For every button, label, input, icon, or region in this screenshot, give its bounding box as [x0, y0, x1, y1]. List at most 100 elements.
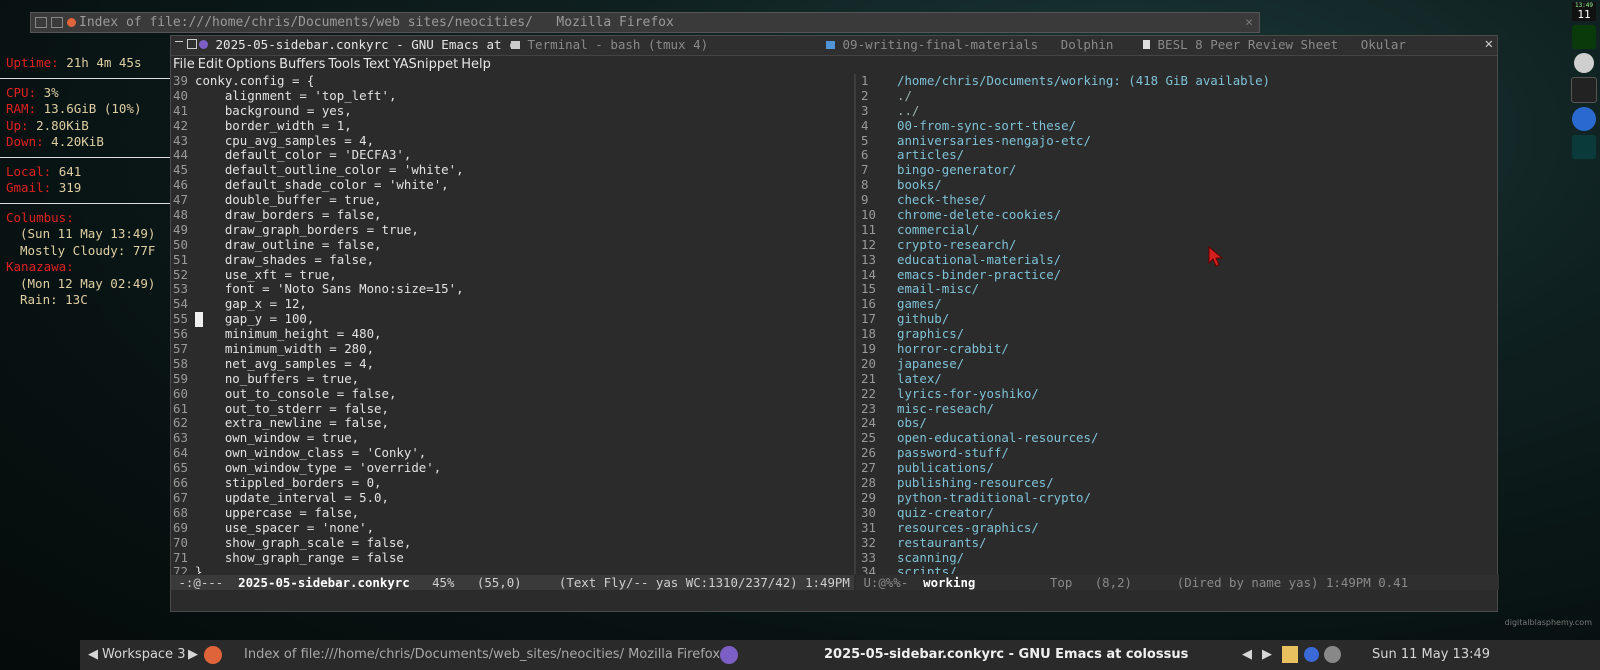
dired-entry[interactable]: 21 latex/ [859, 371, 1499, 387]
code-line[interactable]: 64 own_window_class = 'Conky', [171, 445, 851, 461]
dired-entry[interactable]: 19 horror-crabbit/ [859, 341, 1499, 357]
dired-entry[interactable]: 20 japanese/ [859, 356, 1499, 372]
dired-entry[interactable]: 15 email-misc/ [859, 282, 1499, 297]
menu-options[interactable]: Options [226, 56, 279, 74]
dired-entry[interactable]: 33 scanning/ [859, 550, 1499, 566]
dired-entry[interactable]: 23 misc-reseach/ [859, 401, 1499, 417]
echo-area[interactable] [171, 592, 1497, 611]
dired-entry[interactable]: 7 bingo-generator/ [859, 162, 1499, 178]
code-line[interactable]: 70 show_graph_scale = false, [171, 535, 851, 551]
tab-okular[interactable]: BESL 8 Peer Review Sheet Okular [1143, 37, 1406, 52]
minimize-icon[interactable] [175, 40, 183, 42]
network-monitor-icon[interactable] [1572, 135, 1596, 159]
code-line[interactable]: 56 minimum_height = 480, [171, 326, 851, 342]
code-line[interactable]: 68 uppercase = false, [171, 505, 851, 521]
code-line[interactable]: 67 update_interval = 5.0, [171, 490, 851, 506]
code-line[interactable]: 46 default_shade_color = 'white', [171, 177, 851, 193]
close-icon[interactable]: ✕ [1485, 36, 1493, 52]
pasteboard-icon[interactable] [1282, 646, 1298, 663]
maximize-icon[interactable] [187, 39, 197, 49]
code-line[interactable]: 71 show_graph_range = false [171, 550, 851, 566]
dired-entry[interactable]: 31 resources-graphics/ [859, 520, 1499, 536]
taskbar-emacs[interactable]: 2025-05-sidebar.conkyrc - GNU Emacs at c… [824, 640, 1188, 670]
firefox-icon[interactable] [204, 646, 222, 664]
code-line[interactable]: 59 no_buffers = true, [171, 371, 851, 387]
code-line[interactable]: 55 gap_y = 100, [171, 311, 851, 327]
firefox-titlebar[interactable]: Index of file:///home/chris/Documents/we… [30, 12, 1260, 33]
user-icon[interactable] [1324, 646, 1341, 663]
dired-entry[interactable]: 4 00-from-sync-sort-these/ [859, 118, 1499, 134]
dired-entry[interactable]: 26 password-stuff/ [859, 445, 1499, 461]
clock-widget[interactable]: 13:49 11 [1572, 2, 1596, 21]
code-line[interactable]: 72} [171, 564, 851, 574]
code-line[interactable]: 61 out_to_stderr = false, [171, 401, 851, 417]
dired-buffer[interactable]: 1/home/chris/Documents/working: (418 GiB… [859, 74, 1499, 574]
code-line[interactable]: 48 draw_borders = false, [171, 207, 851, 223]
code-line[interactable]: 57 minimum_width = 280, [171, 341, 851, 357]
code-buffer[interactable]: 39 conky.config = {40 alignment = 'top_le… [171, 74, 851, 574]
dired-entry[interactable]: 16 games/ [859, 296, 1499, 312]
chat-icon[interactable] [1304, 647, 1319, 662]
code-line[interactable]: 51 draw_shades = false, [171, 252, 851, 268]
dired-entry[interactable]: 30 quiz-creator/ [859, 505, 1499, 521]
dired-entry[interactable]: 8 books/ [859, 177, 1499, 193]
cpu-graph-icon[interactable] [1572, 25, 1596, 49]
code-line[interactable]: 53 font = 'Noto Sans Mono:size=15', [171, 282, 851, 297]
code-line[interactable]: 44 default_color = 'DECFA3', [171, 148, 851, 163]
dired-entry[interactable]: 18 graphics/ [859, 326, 1499, 342]
panel-next-icon[interactable]: ▶ [1262, 640, 1272, 670]
dired-entry[interactable]: 12 crypto-research/ [859, 237, 1499, 253]
maximize-icon[interactable] [51, 17, 63, 28]
workspace-label[interactable]: Workspace 3 [102, 640, 185, 670]
close-icon[interactable]: ✕ [1245, 13, 1253, 32]
world-clock-icon[interactable] [1572, 107, 1596, 131]
menu-yasnippet[interactable]: YASnippet [393, 56, 462, 74]
panel-prev-icon[interactable]: ◀ [1242, 640, 1252, 670]
code-line[interactable]: 39 conky.config = { [171, 74, 851, 89]
moon-icon[interactable] [1574, 53, 1594, 73]
workspace-prev-icon[interactable]: ◀ [88, 640, 98, 670]
mode-line-right[interactable]: U:@%%- working Top (8,2) (Dired by name … [856, 575, 1499, 590]
system-monitor-icon[interactable] [1571, 77, 1597, 103]
window-titlebar[interactable]: 2025-05-sidebar.conkyrc - GNU Emacs at c… [171, 36, 1497, 56]
code-line[interactable]: 45 default_outline_color = 'white', [171, 162, 851, 178]
dired-entry[interactable]: 24 obs/ [859, 416, 1499, 431]
code-line[interactable]: 66 stippled_borders = 0, [171, 475, 851, 491]
menu-tools[interactable]: Tools [328, 56, 363, 74]
emacs-icon[interactable] [720, 646, 738, 664]
dired-entry[interactable]: 2 ./ [859, 88, 1499, 104]
dired-entry[interactable]: 5 anniversaries-nengajo-etc/ [859, 133, 1499, 149]
code-line[interactable]: 43 cpu_avg_samples = 4, [171, 133, 851, 149]
code-line[interactable]: 41 background = yes, [171, 103, 851, 119]
dired-entry[interactable]: 32 restaurants/ [859, 535, 1499, 551]
code-line[interactable]: 62 extra_newline = false, [171, 416, 851, 431]
mode-line-left[interactable]: -:@--- 2025-05-sidebar.conkyrc 45% (55,0… [171, 575, 887, 590]
code-line[interactable]: 54 gap_x = 12, [171, 296, 851, 312]
window-divider[interactable] [854, 74, 856, 574]
code-line[interactable]: 52 use_xft = true, [171, 267, 851, 283]
taskbar-firefox[interactable]: Index of file:///home/chris/Documents/we… [244, 640, 720, 670]
menu-buffers[interactable]: Buffers [279, 56, 328, 74]
code-line[interactable]: 60 out_to_console = false, [171, 386, 851, 402]
code-line[interactable]: 42 border_width = 1, [171, 118, 851, 134]
code-line[interactable]: 63 own_window = true, [171, 430, 851, 446]
dired-entry[interactable]: 3 ../ [859, 103, 1499, 119]
workspace-next-icon[interactable]: ▶ [188, 640, 198, 670]
menu-text[interactable]: Text [363, 56, 392, 74]
dired-entry[interactable]: 17 github/ [859, 311, 1499, 327]
code-line[interactable]: 50 draw_outline = false, [171, 237, 851, 253]
code-line[interactable]: 49 draw_graph_borders = true, [171, 222, 851, 238]
code-line[interactable]: 47 double_buffer = true, [171, 192, 851, 208]
menu-help[interactable]: Help [461, 56, 494, 74]
emacs-window[interactable]: 2025-05-sidebar.conkyrc - GNU Emacs at c… [170, 35, 1499, 612]
tab-dolphin[interactable]: 09-writing-final-materials Dolphin [826, 37, 1113, 52]
dired-entry[interactable]: 27 publications/ [859, 460, 1499, 476]
dired-entry[interactable]: 34 scripts/ [859, 564, 1499, 574]
dired-entry[interactable]: 28 publishing-resources/ [859, 475, 1499, 491]
dired-entry[interactable]: 6 articles/ [859, 148, 1499, 163]
tab-terminal[interactable]: Terminal - bash (tmux 4) [511, 37, 708, 52]
dired-entry[interactable]: 10 chrome-delete-cookies/ [859, 207, 1499, 223]
code-line[interactable]: 65 own_window_type = 'override', [171, 460, 851, 476]
dired-entry[interactable]: 14 emacs-binder-practice/ [859, 267, 1499, 283]
dired-header[interactable]: 1/home/chris/Documents/working: (418 GiB… [859, 74, 1499, 89]
